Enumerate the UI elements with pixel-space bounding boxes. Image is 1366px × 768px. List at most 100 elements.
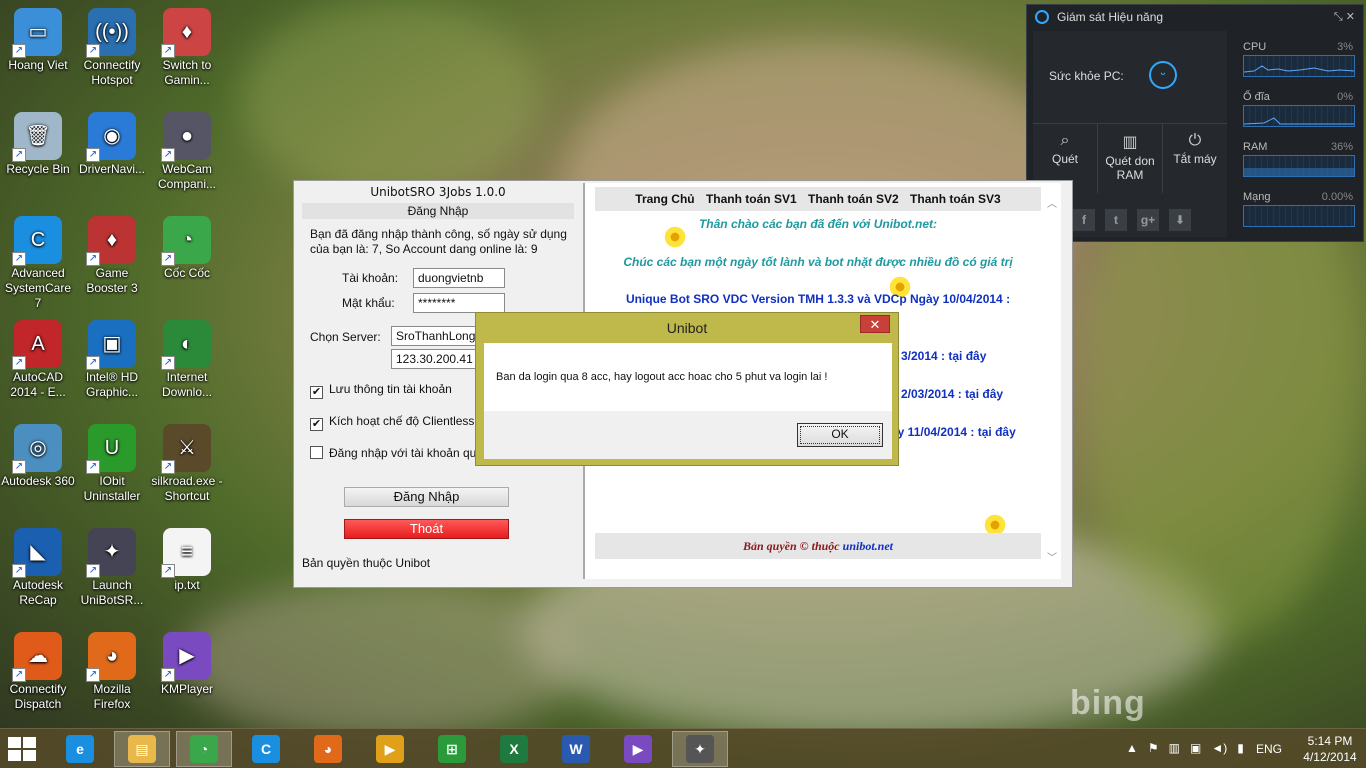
nav-link-home[interactable]: Trang Chủ bbox=[635, 192, 694, 206]
gadget-titlebar[interactable]: Giám sát Hiệu năng ⤡ ✕ bbox=[1027, 5, 1363, 29]
desktop-icon[interactable]: C ↗ Advanced SystemCare 7 bbox=[0, 216, 76, 311]
clean-ram-button[interactable]: ▥ Quét don RAM bbox=[1098, 124, 1163, 193]
desktop-icon[interactable]: ((•)) ↗ Connectify Hotspot bbox=[74, 8, 150, 88]
taskbar-unibot[interactable]: ✦ bbox=[672, 731, 728, 767]
taskbar-advanced-systemcare[interactable]: C bbox=[238, 731, 294, 767]
desktop-icon-label: Switch to Gamin... bbox=[162, 58, 212, 87]
desktop-icon-label: DriverNavi... bbox=[78, 162, 145, 176]
desktop-icon-label: Cốc Cốc bbox=[163, 266, 210, 280]
desktop-icon[interactable]: U ↗ IObit Uninstaller bbox=[74, 424, 150, 504]
shortcut-arrow-icon: ↗ bbox=[161, 252, 175, 266]
desktop-icon[interactable]: ▣ ↗ Intel® HD Graphic... bbox=[74, 320, 150, 400]
download-link-3[interactable]: tại đây bbox=[978, 425, 1016, 439]
shortcut-arrow-icon: ↗ bbox=[161, 44, 175, 58]
taskbar-excel[interactable]: X bbox=[486, 731, 542, 767]
desktop-icon[interactable]: ☁ ↗ Connectify Dispatch bbox=[0, 632, 76, 712]
desktop-icon[interactable]: ▭ ↗ Hoang Viet bbox=[0, 8, 76, 73]
desktop-icon-label: Advanced SystemCare 7 bbox=[4, 266, 72, 310]
excel-icon: X bbox=[500, 735, 528, 763]
download-line-2-text: 2/03/2014 : bbox=[901, 387, 966, 401]
app-icon: ✦ ↗ bbox=[86, 528, 136, 578]
taskbar-media-player[interactable]: ▶ bbox=[362, 731, 418, 767]
twitter-icon[interactable]: t bbox=[1105, 209, 1127, 231]
tray-icon[interactable]: ▮ bbox=[1237, 741, 1244, 755]
download-line-3: ày 11/04/2014 : tại đây bbox=[891, 425, 1016, 439]
nav-link-sv1[interactable]: Thanh toán SV1 bbox=[706, 192, 797, 206]
tray-icons: ▲ ⚑ ▥ ▣ ◄) ▮ bbox=[1126, 741, 1244, 755]
kmplayer-icon: ▶ bbox=[624, 735, 652, 763]
web-scrollbar[interactable]: ︿ ﹀ bbox=[1045, 183, 1061, 579]
scroll-down-icon[interactable]: ﹀ bbox=[1047, 549, 1057, 564]
scroll-up-icon[interactable]: ︿ bbox=[1047, 195, 1057, 210]
tray-icon[interactable]: ⚑ bbox=[1148, 741, 1159, 755]
taskbar-file-explorer[interactable]: ▤ bbox=[114, 731, 170, 767]
tray-icon[interactable]: ▣ bbox=[1190, 741, 1201, 755]
desktop-icon-label: Connectify Dispatch bbox=[9, 682, 67, 711]
download-link-1[interactable]: tại đây bbox=[948, 349, 986, 363]
shutdown-button[interactable]: ⏻ Tắt máy bbox=[1163, 124, 1227, 193]
login-status-message: Bạn đã đăng nhập thành công, số ngày sử … bbox=[310, 227, 567, 256]
desktop-icon[interactable]: ▶ ↗ KMPlayer bbox=[149, 632, 225, 697]
desktop-icon[interactable]: ◎ ↗ Autodesk 360 bbox=[0, 424, 76, 489]
web-footer-link[interactable]: unibot.net bbox=[843, 539, 893, 553]
meter-name: CPU bbox=[1243, 41, 1267, 53]
taskbar-coc-coc[interactable]: ◔ bbox=[176, 731, 232, 767]
desktop-icon[interactable]: ✦ ↗ Launch UniBotSR... bbox=[74, 528, 150, 608]
taskbar-internet-explorer[interactable]: e bbox=[52, 731, 108, 767]
windows-logo-icon bbox=[23, 737, 36, 748]
unibot-icon: ✦ bbox=[686, 735, 714, 763]
desktop-icon[interactable]: ♦ ↗ Switch to Gamin... bbox=[149, 8, 225, 88]
clock[interactable]: 5:14 PM 4/12/2014 bbox=[1300, 733, 1360, 765]
password-input[interactable]: ******** bbox=[413, 293, 505, 313]
desktop-icon-label: Internet Downlo... bbox=[161, 370, 213, 399]
desktop-icon[interactable]: ◐ ↗ Internet Downlo... bbox=[149, 320, 225, 400]
clientless-checkbox[interactable]: ✔ Kích hoạt chế độ Clientless bbox=[310, 414, 474, 431]
exit-button[interactable]: Thoát bbox=[344, 519, 509, 539]
desktop-icon[interactable]: A ↗ AutoCAD 2014 - E... bbox=[0, 320, 76, 400]
start-button[interactable] bbox=[8, 737, 38, 761]
ram-icon: ▥ bbox=[1122, 134, 1138, 151]
app-icon: ♦ ↗ bbox=[86, 216, 136, 266]
gadget-controls[interactable]: ⤡ ✕ bbox=[1334, 5, 1355, 29]
desktop-icon[interactable]: ◉ ↗ DriverNavi... bbox=[74, 112, 150, 177]
desktop-icon[interactable]: ≡ ↗ ip.txt bbox=[149, 528, 225, 593]
download-icon[interactable]: ⬇ bbox=[1169, 209, 1191, 231]
desktop-icon[interactable]: ◕ ↗ Mozilla Firefox bbox=[74, 632, 150, 712]
taskbar-store[interactable]: ⊞ bbox=[424, 731, 480, 767]
shortcut-arrow-icon: ↗ bbox=[86, 44, 100, 58]
language-indicator[interactable]: ENG bbox=[1256, 742, 1282, 756]
desktop-icon[interactable]: ⚔ ↗ silkroad.exe - Shortcut bbox=[149, 424, 225, 504]
dialog-close-button[interactable]: ✕ bbox=[860, 315, 890, 333]
gadget-meters: CPU 3% Ổ đĩa 0% RAM 36% Mạng 0.00% bbox=[1233, 31, 1359, 237]
desktop-icon-label: silkroad.exe - Shortcut bbox=[151, 474, 223, 503]
desktop-icon[interactable]: 🗑 ↗ Recycle Bin bbox=[0, 112, 76, 177]
copyright-text: Bản quyền thuộc Unibot bbox=[302, 556, 431, 570]
google-plus-icon[interactable]: g+ bbox=[1137, 209, 1159, 231]
desktop-icon-label: Mozilla Firefox bbox=[93, 682, 131, 711]
ok-button[interactable]: OK bbox=[797, 423, 883, 447]
alt-account-checkbox[interactable]: Đăng nhập với tài khoản qu bbox=[310, 446, 476, 460]
taskbar-word[interactable]: W bbox=[548, 731, 604, 767]
taskbar-kmplayer[interactable]: ▶ bbox=[610, 731, 666, 767]
desktop-icon[interactable]: ◔ ↗ Cốc Cốc bbox=[149, 216, 225, 281]
nav-link-sv2[interactable]: Thanh toán SV2 bbox=[808, 192, 899, 206]
advanced-systemcare-icon: C bbox=[252, 735, 280, 763]
tray-icon[interactable]: ▲ bbox=[1126, 741, 1138, 755]
dialog-title: Unibot bbox=[666, 320, 708, 336]
desktop-icon-label: AutoCAD 2014 - E... bbox=[10, 370, 66, 399]
app-icon: C ↗ bbox=[12, 216, 62, 266]
login-button[interactable]: Đăng Nhập bbox=[344, 487, 509, 507]
account-input[interactable]: duongvietnb bbox=[413, 268, 505, 288]
tray-icon[interactable]: ▥ bbox=[1169, 741, 1180, 755]
tray-icon[interactable]: ◄) bbox=[1211, 741, 1227, 755]
desktop-icon[interactable]: ● ↗ WebCam Compani... bbox=[149, 112, 225, 192]
desktop-icon[interactable]: ♦ ↗ Game Booster 3 bbox=[74, 216, 150, 296]
taskbar-firefox[interactable]: ◕ bbox=[300, 731, 356, 767]
desktop-icon[interactable]: ◣ ↗ Autodesk ReCap bbox=[0, 528, 76, 608]
meter-name: Ổ đĩa bbox=[1243, 91, 1270, 103]
save-account-checkbox[interactable]: ✔ Lưu thông tin tài khoản bbox=[310, 382, 452, 399]
facebook-icon[interactable]: f bbox=[1073, 209, 1095, 231]
media-player-icon: ▶ bbox=[376, 735, 404, 763]
nav-link-sv3[interactable]: Thanh toán SV3 bbox=[910, 192, 1001, 206]
download-link-2[interactable]: tại đây bbox=[965, 387, 1003, 401]
